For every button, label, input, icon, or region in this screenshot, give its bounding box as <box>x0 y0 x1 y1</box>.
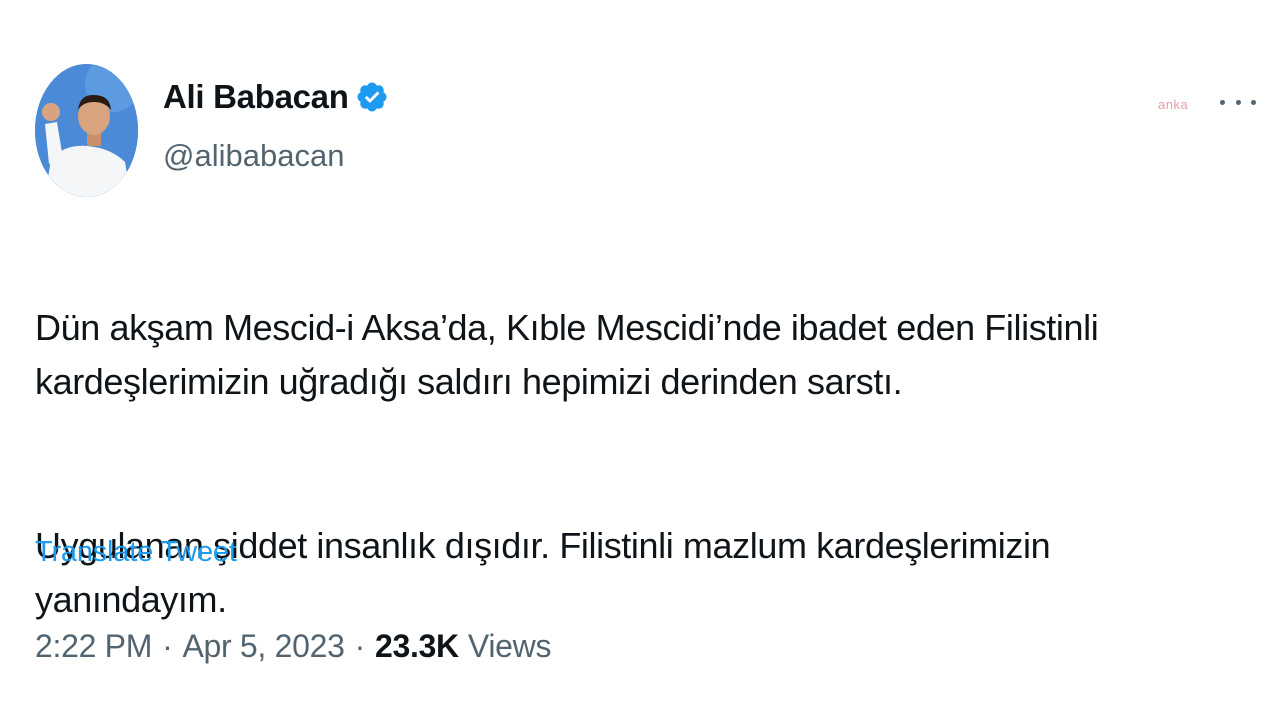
tweet-paragraph: Dün akşam Mescid-i Aksa’da, Kıble Mescid… <box>35 307 1099 402</box>
more-horizontal-icon[interactable] <box>1220 88 1256 116</box>
dot <box>1251 99 1256 105</box>
tweet-date[interactable]: Apr 5, 2023 <box>182 628 344 665</box>
watermark-logo: anka <box>1158 97 1189 112</box>
separator: · <box>354 628 366 664</box>
dot <box>1235 99 1241 105</box>
profile-photo-icon <box>35 64 138 197</box>
author-name[interactable]: Ali Babacan <box>163 78 349 116</box>
tweet-time[interactable]: 2:22 PM <box>35 628 152 665</box>
views-label[interactable]: Views <box>468 628 552 665</box>
dot <box>1220 99 1225 105</box>
avatar[interactable] <box>35 64 138 197</box>
translate-tweet-link[interactable]: Translate Tweet <box>35 536 237 569</box>
author-handle[interactable]: @alibabacan <box>163 138 344 174</box>
separator: · <box>162 628 173 664</box>
tweet-metadata: 2:22 PM · Apr 5, 2023 · 23.3K Views <box>35 628 551 665</box>
views-count[interactable]: 23.3K <box>375 628 459 665</box>
tweet-card: Ali Babacan @alibabacan anka Dün akşam M… <box>0 0 1280 720</box>
verified-badge-icon <box>355 80 389 114</box>
author-row: Ali Babacan <box>163 78 389 116</box>
